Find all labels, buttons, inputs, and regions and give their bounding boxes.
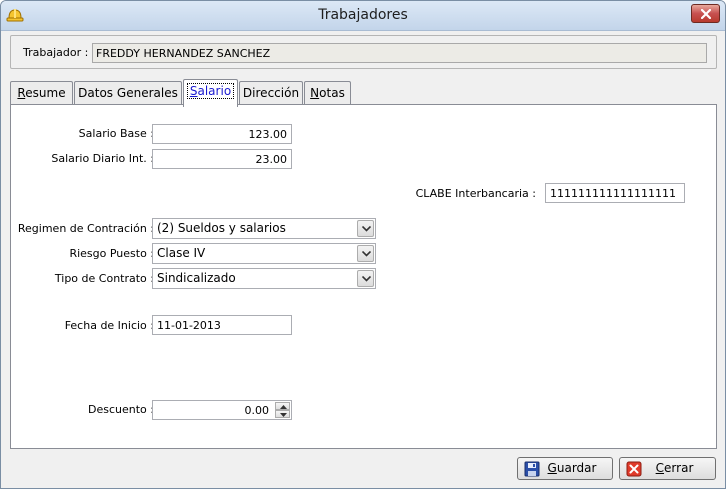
riesgo-dropdown-button[interactable] xyxy=(357,245,374,262)
trabajadores-window: Trabajadores Trabajador : FREDDY HERNAND… xyxy=(0,0,726,489)
tab-resume[interactable]: Resume xyxy=(10,81,73,105)
tab-label: Notas xyxy=(310,86,345,100)
tab-label: Dirección xyxy=(242,86,300,100)
contrato-select[interactable]: Sindicalizado xyxy=(152,268,376,289)
descuento-value: 0.00 xyxy=(244,404,270,417)
descuento-spinner xyxy=(275,402,290,418)
chevron-down-icon xyxy=(362,226,371,232)
worker-label: Trabajador : xyxy=(23,46,89,59)
salario-base-label: Salario Base : xyxy=(78,127,154,140)
guardar-label: Guardar xyxy=(547,461,597,475)
tab-salario[interactable]: Salario xyxy=(183,79,238,107)
chevron-down-icon xyxy=(362,276,371,282)
regimen-selected-value: (2) Sueldos y salarios xyxy=(157,221,286,235)
regimen-select[interactable]: (2) Sueldos y salarios xyxy=(152,218,376,239)
close-icon xyxy=(701,9,711,19)
riesgo-select[interactable]: Clase IV xyxy=(152,243,376,264)
tab-notas[interactable]: Notas xyxy=(304,81,351,105)
riesgo-label: Riesgo Puesto : xyxy=(69,247,154,260)
contrato-selected-value: Sindicalizado xyxy=(157,271,236,285)
window-title: Trabajadores xyxy=(318,7,408,23)
spin-up-button[interactable] xyxy=(275,402,290,410)
arrow-down-icon xyxy=(280,413,287,417)
descuento-label: Descuento : xyxy=(88,403,154,416)
cerrar-button[interactable]: Cerrar xyxy=(619,457,716,480)
tab-label: Salario xyxy=(186,83,235,99)
title-bar[interactable]: Trabajadores xyxy=(1,1,725,31)
tab-direcci-n[interactable]: Dirección xyxy=(239,81,303,105)
clabe-label: CLABE Interbancaria : xyxy=(415,187,536,200)
salario-tab-panel: Salario Base : 123.00 Salario Diario Int… xyxy=(10,104,717,449)
salario-diario-input[interactable]: 23.00 xyxy=(152,149,292,169)
regimen-dropdown-button[interactable] xyxy=(357,220,374,237)
riesgo-selected-value: Clase IV xyxy=(157,246,206,260)
fecha-inicio-input[interactable]: 11-01-2013 xyxy=(152,315,292,335)
spin-down-button[interactable] xyxy=(275,410,290,418)
salario-base-input[interactable]: 123.00 xyxy=(152,124,292,144)
regimen-label: Regimen de Contración : xyxy=(17,222,154,235)
salario-diario-label: Salario Diario Int. : xyxy=(51,152,154,165)
chevron-down-icon xyxy=(362,251,371,257)
tab-label: Datos Generales xyxy=(78,86,178,100)
clabe-input[interactable]: 111111111111111111 xyxy=(545,183,685,203)
close-window-button[interactable] xyxy=(691,4,720,23)
fecha-inicio-label: Fecha de Inicio : xyxy=(64,319,154,332)
guardar-button[interactable]: Guardar xyxy=(517,457,613,480)
tab-label: Resume xyxy=(17,86,66,100)
contrato-dropdown-button[interactable] xyxy=(357,270,374,287)
worker-name-field[interactable]: FREDDY HERNANDEZ SANCHEZ xyxy=(92,43,707,63)
cerrar-label: Cerrar xyxy=(655,461,694,475)
descuento-input[interactable]: 0.00 xyxy=(152,400,292,420)
arrow-up-icon xyxy=(280,405,287,409)
worker-group: Trabajador : FREDDY HERNANDEZ SANCHEZ xyxy=(10,35,717,69)
contrato-label: Tipo de Contrato : xyxy=(54,272,154,285)
tab-datos-generales[interactable]: Datos Generales xyxy=(74,81,182,105)
